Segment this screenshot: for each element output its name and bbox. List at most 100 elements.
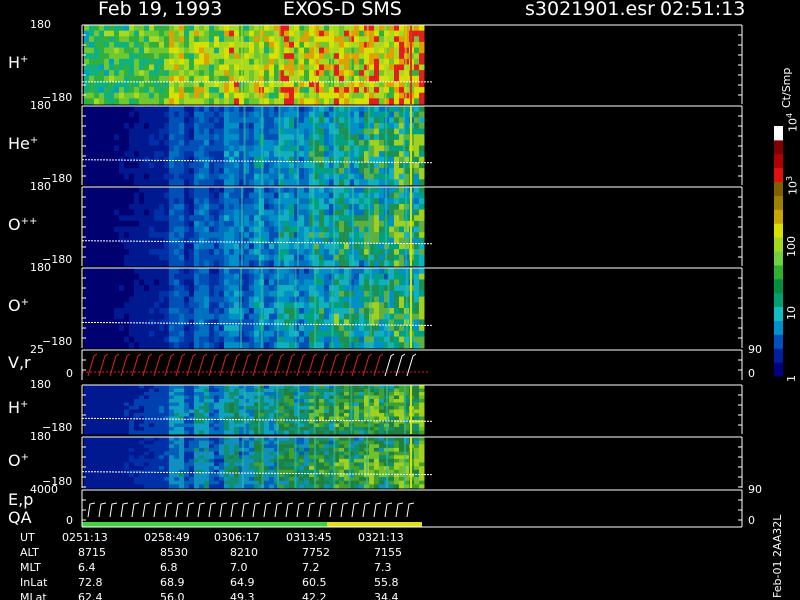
- spectro-cell: [154, 232, 160, 239]
- spectro-cell: [104, 53, 110, 60]
- spectro-cell: [319, 106, 325, 113]
- spectro-cell: [139, 168, 145, 175]
- spectro-cell: [199, 296, 205, 303]
- spectro-cell: [214, 139, 220, 146]
- spectro-cell: [159, 134, 165, 141]
- spectro-cell: [224, 330, 230, 338]
- spectro-cell: [234, 330, 240, 338]
- spectro-cell: [149, 162, 155, 169]
- spectro-cell: [119, 336, 125, 343]
- spectro-cell: [204, 215, 210, 222]
- spectro-cell: [204, 111, 210, 118]
- spectro-cell: [169, 395, 175, 400]
- spectro-cell: [149, 273, 155, 280]
- spectro-cell: [394, 41, 400, 49]
- spectro-cell: [249, 279, 255, 286]
- spectro-cell: [379, 423, 385, 428]
- spectro-cell: [254, 290, 260, 298]
- spectro-cell: [154, 302, 160, 309]
- spectro-cell: [184, 430, 190, 435]
- spectro-cell: [164, 254, 170, 261]
- spectro-cell: [419, 220, 425, 227]
- spectro-cell: [239, 420, 245, 424]
- spectro-cell: [314, 243, 320, 250]
- spectro-cell: [114, 325, 120, 332]
- spectro-cell: [159, 308, 165, 315]
- spectro-cell: [214, 41, 220, 49]
- spectro-cell: [269, 249, 275, 256]
- spectro-cell: [219, 173, 225, 180]
- spectro-cell: [399, 406, 405, 410]
- spectro-cell: [184, 64, 190, 71]
- spectro-cell: [229, 406, 235, 410]
- spectro-cell: [134, 290, 140, 298]
- spectro-cell: [394, 416, 400, 421]
- spectro-cell: [159, 342, 165, 349]
- spectro-cell: [179, 243, 185, 250]
- spectro-cell: [124, 173, 130, 180]
- spectro-cell: [159, 75, 165, 82]
- spectro-cell: [374, 342, 380, 349]
- spectro-cell: [279, 388, 285, 393]
- spectro-cell: [144, 325, 150, 332]
- spectro-cell: [144, 279, 150, 286]
- spectro-cell: [164, 168, 170, 175]
- spectro-cell: [279, 325, 285, 332]
- spectro-cell: [134, 273, 140, 280]
- spectro-cell: [164, 145, 170, 152]
- spectro-cell: [399, 98, 405, 105]
- spectro-cell: [94, 198, 100, 205]
- spectro-cell: [169, 220, 175, 227]
- spectro-cell: [119, 254, 125, 261]
- spectro-cell: [379, 260, 385, 267]
- spectro-cell: [374, 179, 380, 186]
- spectro-cell: [184, 290, 190, 298]
- spectro-cell: [264, 273, 270, 280]
- spectro-cell: [334, 47, 340, 54]
- vr-trace: [120, 353, 131, 377]
- spectro-cell: [134, 413, 140, 417]
- stripe: [366, 25, 369, 104]
- spectro-cell: [419, 173, 425, 180]
- spectro-cell: [94, 70, 100, 77]
- spectro-cell: [179, 111, 185, 118]
- spectro-cell: [354, 92, 360, 99]
- spectro-cell: [194, 173, 200, 180]
- spectro-cell: [344, 413, 350, 417]
- spectro-cell: [224, 237, 230, 244]
- spectro-cell: [214, 106, 220, 113]
- spectro-cell: [304, 260, 310, 267]
- spectro-cell: [94, 192, 100, 199]
- spectro-cell: [129, 192, 135, 199]
- spectro-cell: [119, 58, 125, 65]
- spectro-cell: [129, 420, 135, 424]
- spectro-cell: [364, 296, 370, 303]
- spectro-cell: [224, 168, 230, 175]
- spectro-cell: [199, 220, 205, 227]
- spectro-cell: [194, 70, 200, 77]
- spectro-cell: [184, 423, 190, 428]
- spectro-cell: [204, 98, 210, 105]
- spectro-cell: [99, 53, 105, 60]
- spectro-cell: [124, 168, 130, 175]
- spectro-cell: [94, 427, 100, 431]
- spectro-cell: [414, 145, 420, 152]
- spectro-cell: [239, 392, 245, 396]
- spectro-cell: [354, 134, 360, 141]
- spectro-cell: [114, 53, 120, 60]
- spectro-cell: [169, 237, 175, 244]
- spectro-cell: [354, 168, 360, 175]
- spectro-cell: [189, 402, 195, 407]
- spectro-cell: [94, 53, 100, 60]
- spectro-cell: [244, 47, 250, 54]
- spectro-cell: [354, 122, 360, 130]
- spectro-cell: [204, 409, 210, 414]
- spectro-cell: [139, 151, 145, 158]
- spectro-cell: [339, 409, 345, 414]
- spectro-cell: [139, 25, 145, 32]
- spectro-cell: [249, 36, 255, 43]
- spectro-cell: [159, 198, 165, 205]
- spectro-cell: [364, 308, 370, 315]
- spectro-cell: [159, 232, 165, 239]
- spectro-cell: [194, 87, 200, 94]
